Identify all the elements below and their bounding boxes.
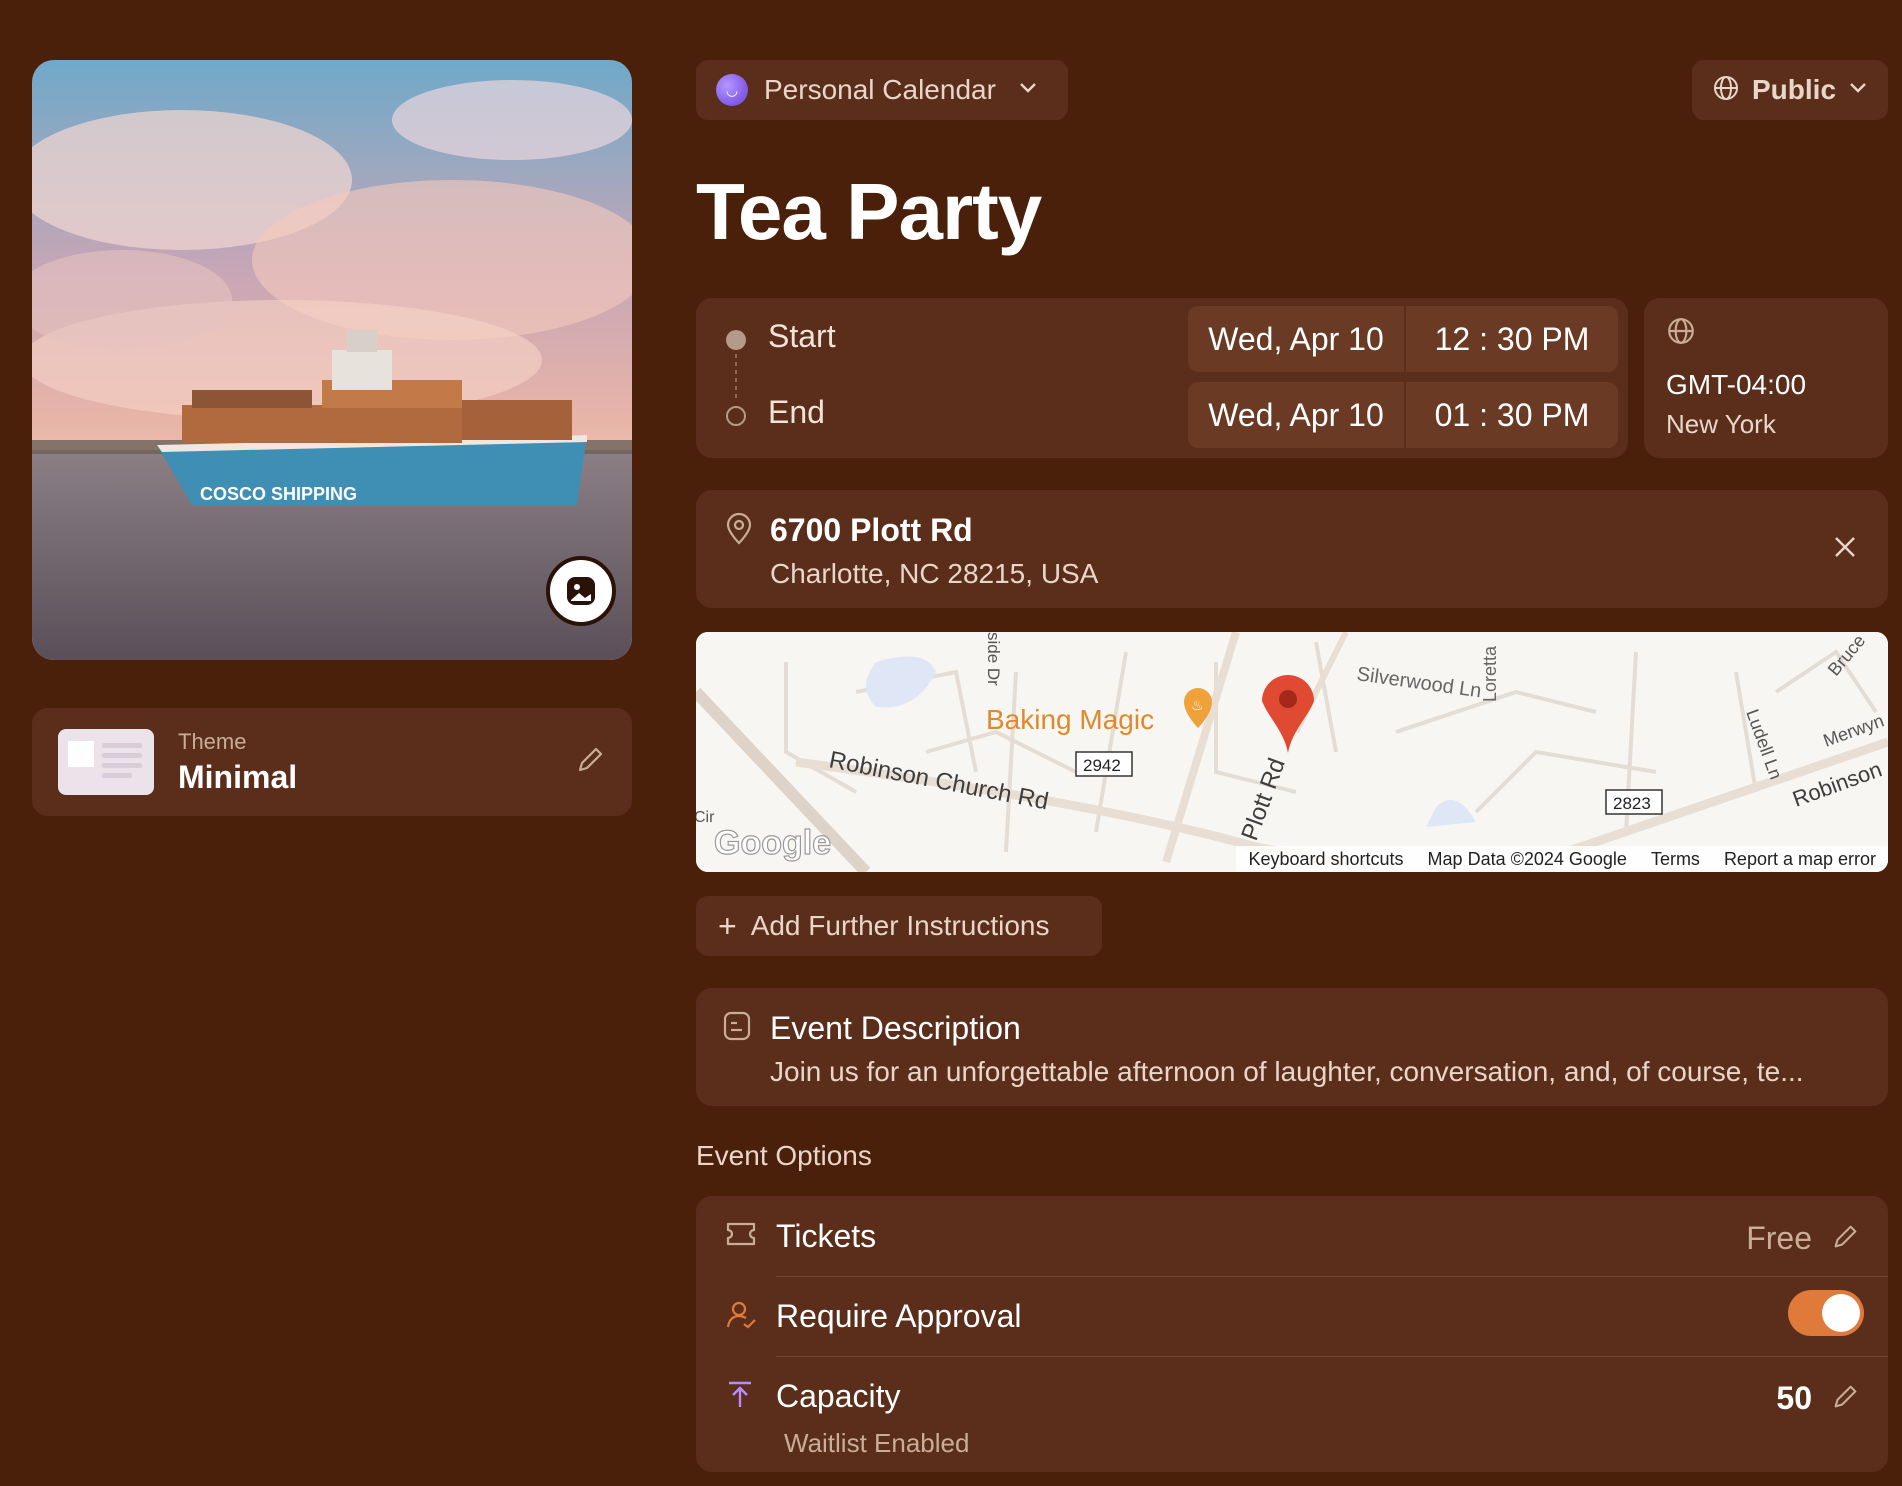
theme-name: Minimal — [178, 758, 298, 795]
image-icon — [567, 577, 595, 605]
start-dot-icon — [726, 330, 746, 350]
visibility-label: Public — [1752, 74, 1837, 105]
capacity-icon — [724, 1378, 756, 1417]
timezone-city: New York — [1666, 409, 1776, 439]
document-icon — [722, 1010, 752, 1047]
description-text: Join us for an unforgettable afternoon o… — [770, 1056, 1804, 1087]
tickets-label: Tickets — [776, 1218, 877, 1254]
change-cover-button[interactable] — [546, 556, 616, 626]
require-approval-label: Require Approval — [776, 1298, 1022, 1334]
theme-thumbnail — [58, 729, 154, 795]
description-title: Event Description — [770, 1010, 1021, 1046]
map-pin-icon — [724, 512, 754, 551]
pencil-icon[interactable] — [1830, 1382, 1860, 1417]
event-options-card: Tickets Free Require Approval Capacity 5… — [696, 1196, 1888, 1472]
map-footer: Keyboard shortcuts Map Data ©2024 Google… — [1236, 846, 1888, 872]
event-cover-image: COSCO SHIPPING — [32, 60, 632, 660]
event-time-card: Start End Wed, Apr 10 12 : 30 PM Wed, Ap… — [696, 298, 1628, 458]
add-instructions-button[interactable]: + Add Further Instructions — [696, 896, 1102, 956]
start-date-field[interactable]: Wed, Apr 10 — [1188, 306, 1404, 372]
route-badge: 2942 — [1075, 751, 1133, 777]
location-address: Charlotte, NC 28215, USA — [770, 558, 1099, 589]
require-approval-row: Require Approval — [696, 1276, 1888, 1356]
calendar-label: Personal Calendar — [764, 74, 996, 105]
timezone-offset: GMT-04:00 — [1666, 369, 1807, 400]
pencil-icon[interactable] — [574, 744, 606, 781]
require-approval-toggle[interactable] — [1788, 1290, 1864, 1336]
timezone-card[interactable]: GMT-04:00 New York — [1644, 298, 1888, 458]
road-label: Cir — [696, 809, 715, 826]
visibility-selector[interactable]: Public — [1692, 60, 1888, 120]
road-label: Loretta — [1480, 645, 1500, 702]
svg-text:2823: 2823 — [1613, 794, 1651, 813]
map-logo: Google — [714, 824, 831, 862]
end-date-field[interactable]: Wed, Apr 10 — [1188, 382, 1404, 448]
map-place-label: Baking Magic — [986, 704, 1154, 735]
event-options-heading: Event Options — [696, 1140, 872, 1171]
ticket-icon — [724, 1218, 758, 1255]
theme-label: Theme — [178, 728, 247, 754]
theme-card[interactable]: Theme Minimal — [32, 708, 632, 816]
event-title[interactable]: Tea Party — [696, 166, 1042, 258]
location-card[interactable]: 6700 Plott Rd Charlotte, NC 28215, USA — [696, 490, 1888, 608]
ship-text: COSCO SHIPPING — [200, 484, 357, 504]
capacity-row[interactable]: Capacity 50 Waitlist Enabled — [696, 1356, 1888, 1472]
waitlist-status: Waitlist Enabled — [784, 1428, 970, 1458]
event-description-card[interactable]: Event Description Join us for an unforge… — [696, 988, 1888, 1106]
route-badge: 2823 — [1605, 789, 1663, 815]
capacity-label: Capacity — [776, 1378, 901, 1414]
start-label: Start — [768, 318, 836, 354]
chevron-down-icon — [1848, 81, 1868, 100]
globe-icon — [1712, 74, 1740, 107]
end-label: End — [768, 394, 825, 430]
plus-icon: + — [718, 908, 737, 944]
map-report-error-link[interactable]: Report a map error — [1712, 849, 1888, 870]
calendar-selector[interactable]: ◡ Personal Calendar — [696, 60, 1068, 120]
svg-text:♨: ♨ — [1191, 698, 1204, 714]
start-time-field[interactable]: 12 : 30 PM — [1406, 306, 1618, 372]
end-dot-icon — [726, 406, 746, 426]
chevron-down-icon — [1018, 81, 1038, 100]
user-check-icon — [724, 1298, 758, 1337]
map-data-attribution: Map Data ©2024 Google — [1427, 848, 1627, 869]
map-terms-link[interactable]: Terms — [1639, 849, 1712, 870]
close-icon[interactable] — [1832, 534, 1858, 565]
end-time-field[interactable]: 01 : 30 PM — [1406, 382, 1618, 448]
tickets-row[interactable]: Tickets Free — [696, 1196, 1888, 1276]
calendar-avatar-icon: ◡ — [716, 74, 748, 106]
capacity-value: 50 — [1776, 1380, 1812, 1416]
road-label: side Dr — [984, 632, 1003, 686]
tickets-value: Free — [1746, 1220, 1812, 1256]
globe-icon — [1666, 316, 1866, 351]
map-keyboard-shortcuts-link[interactable]: Keyboard shortcuts — [1236, 849, 1415, 870]
location-name: 6700 Plott Rd — [770, 512, 973, 548]
svg-text:2942: 2942 — [1083, 756, 1121, 775]
add-instructions-label: Add Further Instructions — [750, 910, 1050, 941]
location-map[interactable]: Baking Magic ♨ 2942 2823 Robinson Church… — [696, 632, 1888, 872]
pencil-icon[interactable] — [1830, 1222, 1860, 1257]
